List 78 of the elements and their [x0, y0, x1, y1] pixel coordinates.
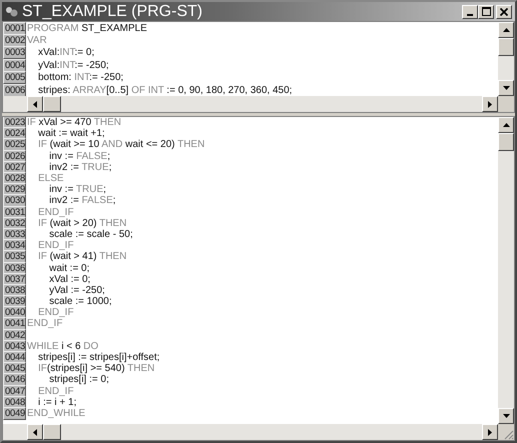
code-line: i := i + 1;: [37, 396, 76, 408]
up-arrow-icon: [502, 123, 510, 127]
line-number: 0041: [3, 317, 26, 330]
vertical-scrollbar[interactable]: [498, 22, 514, 96]
right-arrow-icon: [488, 100, 492, 108]
code-line: scale := 1000;: [48, 296, 112, 308]
code-line: inv2 := TRUE;: [48, 162, 112, 173]
code-line: xVal := 0;: [48, 274, 90, 285]
line-number: 0002: [3, 34, 26, 48]
line-number: 0030: [3, 194, 26, 208]
up-arrow-icon: [502, 28, 510, 32]
code-line: END_IF: [37, 307, 74, 318]
scroll-left-button[interactable]: [27, 424, 43, 440]
code-line: xVal:INT:= 0;: [37, 47, 94, 58]
vertical-scrollbar[interactable]: [498, 117, 514, 424]
code-line: IF xVal >= 470 THEN: [26, 117, 122, 128]
scroll-thumb[interactable]: [498, 133, 514, 151]
minimize-icon: [467, 14, 473, 16]
code-line: VAR: [26, 35, 47, 46]
right-arrow-icon: [488, 428, 492, 436]
horizontal-scrollbar[interactable]: [3, 96, 498, 112]
code-line: ELSE: [37, 173, 64, 184]
scroll-down-button[interactable]: [498, 408, 514, 424]
code-line: PROGRAM ST_EXAMPLE: [26, 22, 148, 34]
scroll-thumb[interactable]: [498, 38, 514, 56]
code-line: inv := TRUE;: [48, 184, 106, 196]
scroll-right-button[interactable]: [482, 424, 498, 440]
line-number: 0049: [3, 406, 26, 420]
code-line: IF (wait >= 10 AND wait <= 20) THEN: [37, 139, 205, 150]
maximize-icon: [482, 7, 490, 16]
left-arrow-icon: [33, 428, 37, 436]
code-line: bottom: INT:= -250;: [37, 72, 124, 84]
app-icon: [5, 6, 19, 18]
scroll-left-button[interactable]: [27, 96, 43, 112]
line-number: 0035: [3, 250, 26, 264]
code-line: IF (wait > 20) THEN: [37, 218, 127, 229]
code-line: IF (wait > 41) THEN: [37, 251, 127, 262]
line-number: 0046: [3, 373, 26, 386]
code-line: END_IF: [26, 318, 63, 330]
code-line: END_IF: [37, 240, 74, 252]
code-line: stripes: ARRAY[0..5] OF INT := 0, 90, 180, 270, 360, 450;: [37, 84, 292, 96]
scroll-thumb[interactable]: [43, 424, 61, 440]
code-line: IF(stripes[i] >= 540) THEN: [37, 363, 155, 374]
line-number: 0025: [3, 138, 26, 152]
code-line: END_WHILE: [26, 408, 86, 419]
code-line: yVal:INT:= -250;: [37, 60, 109, 71]
scroll-up-button[interactable]: [498, 117, 514, 133]
code-line: wait := 0;: [48, 262, 90, 274]
code-line: yVal := -250;: [48, 284, 105, 296]
down-arrow-icon: [502, 414, 510, 418]
line-number: 0001: [3, 22, 26, 35]
line-number: 0005: [3, 71, 26, 84]
code-line: stripes[i] := 0;: [48, 374, 109, 386]
window-title: ST_EXAMPLE (PRG-ST): [22, 2, 202, 20]
scroll-up-button[interactable]: [498, 22, 514, 38]
code-line: wait := wait +1;: [37, 128, 105, 140]
line-number: 0004: [3, 58, 26, 72]
code-line: inv2 := FALSE;: [48, 195, 116, 206]
close-icon: [500, 8, 508, 16]
code-line: scale := scale - 50;: [48, 228, 133, 240]
scrollbar-corner: [498, 96, 514, 112]
scroll-right-button[interactable]: [482, 96, 498, 112]
code-line: stripes[i] := stripes[i]+offset;: [37, 352, 160, 364]
scroll-down-button[interactable]: [498, 80, 514, 96]
resize-grip-icon[interactable]: [502, 428, 514, 440]
left-arrow-icon: [33, 100, 37, 108]
horizontal-scrollbar[interactable]: [3, 424, 498, 440]
scroll-thumb[interactable]: [43, 96, 61, 112]
minimize-button[interactable]: [462, 4, 478, 18]
line-number: 0003: [3, 46, 26, 60]
code-line: END_IF: [37, 206, 74, 218]
close-button[interactable]: [496, 4, 512, 18]
line-number: 0006: [3, 84, 26, 96]
code-line: WHILE i < 6 DO: [26, 340, 98, 352]
code-line: END_IF: [37, 386, 74, 397]
code-line: inv := FALSE;: [48, 150, 110, 162]
down-arrow-icon: [502, 86, 510, 90]
maximize-button[interactable]: [478, 4, 494, 18]
